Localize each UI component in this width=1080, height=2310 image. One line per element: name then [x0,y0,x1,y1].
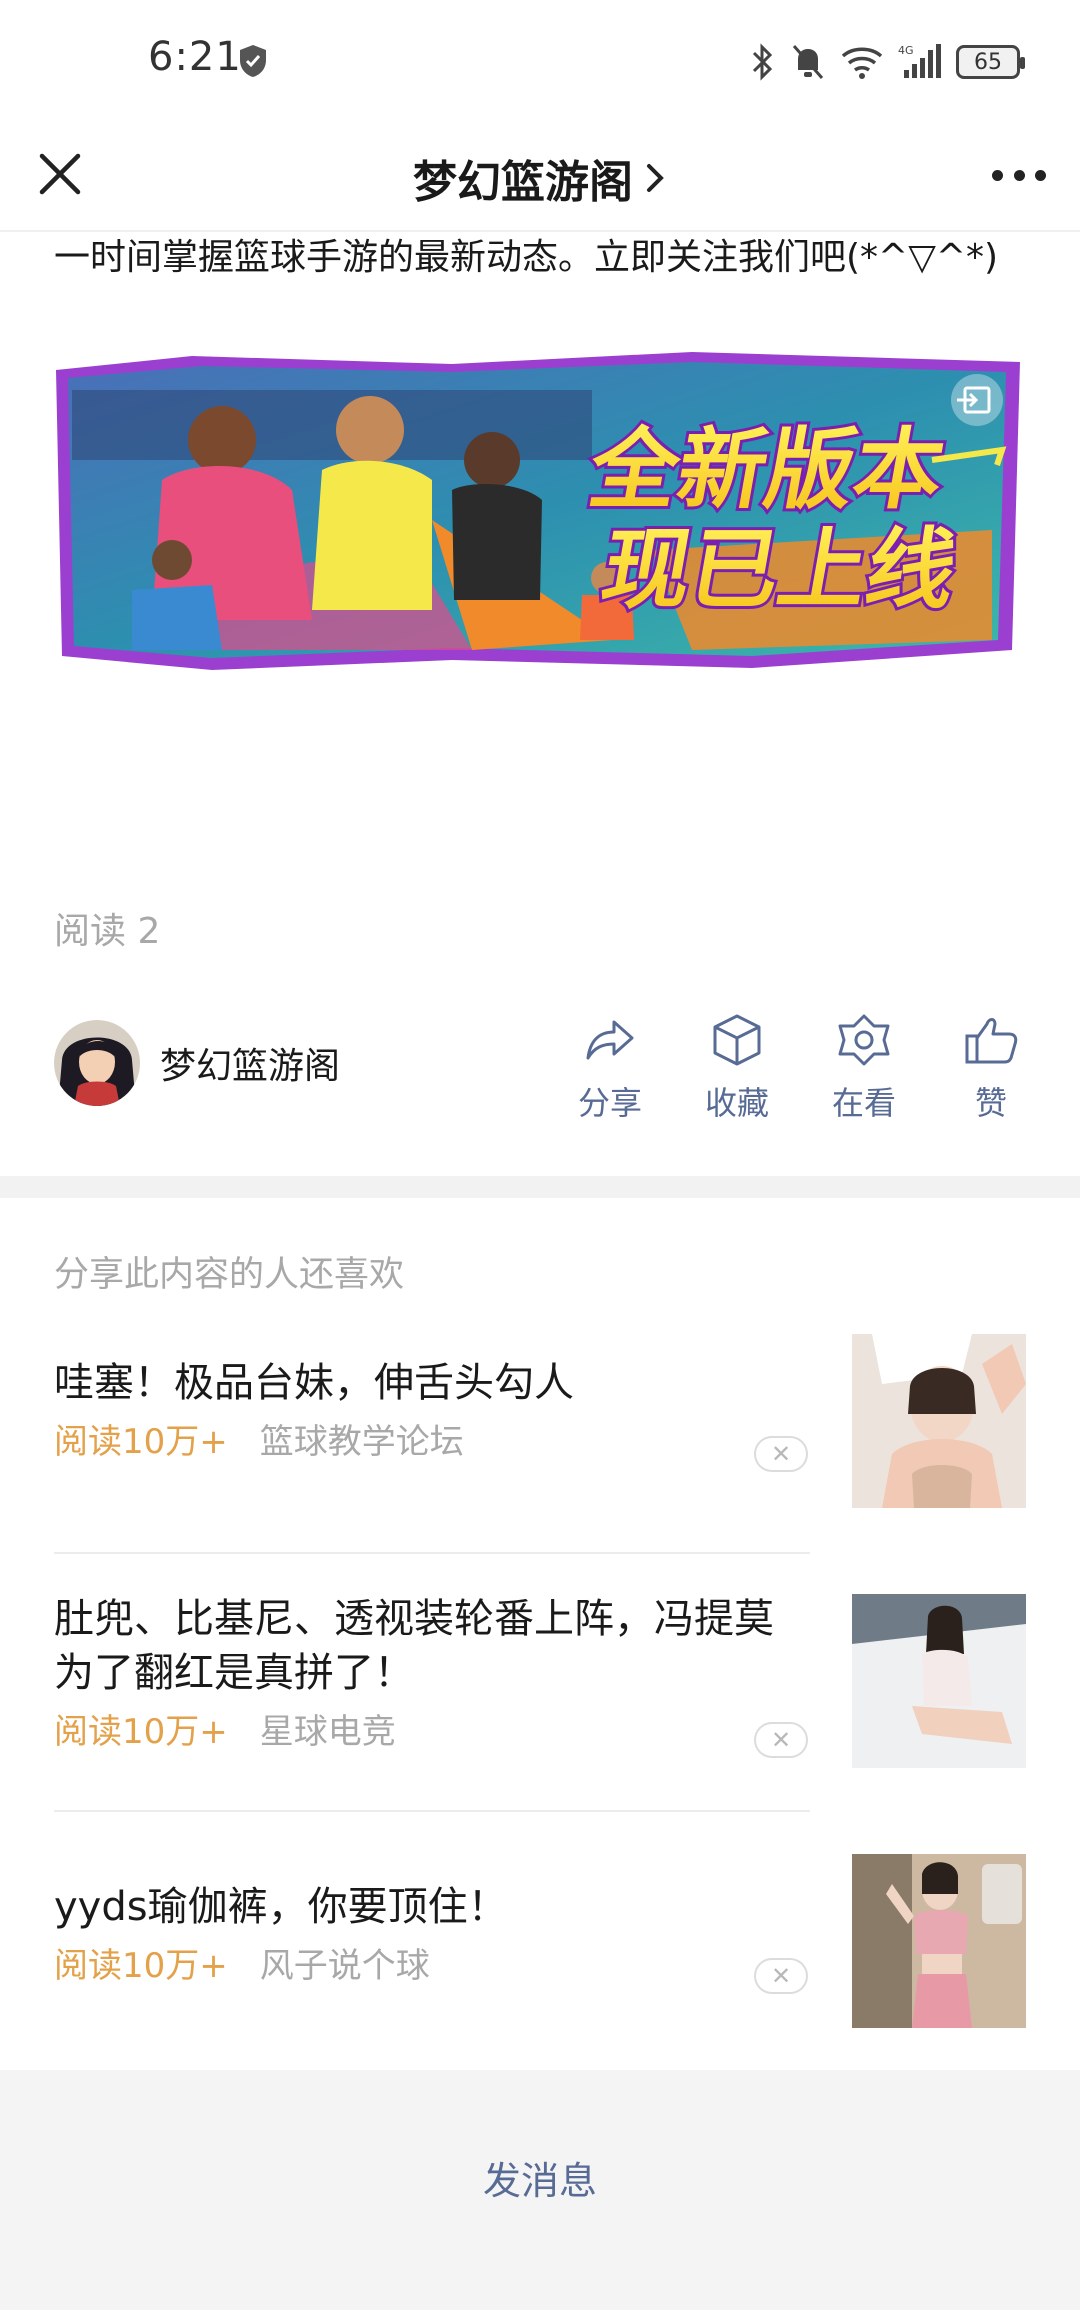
list-item-headline: 哇塞！极品台妹，伸舌头勾人 [54,1360,574,1406]
share-icon [586,1020,634,1060]
more-button[interactable] [984,150,1054,200]
banner-text-line1: 全新版本 [581,419,952,521]
chevron-right-icon [647,164,664,192]
favorite-label: 收藏 [704,1084,769,1122]
share-label: 分享 [577,1084,642,1122]
status-icons: 4G 65 [750,40,1025,84]
read-count: 阅读 2 [54,911,161,952]
recommendations-title: 分享此内容的人还喜欢 [54,1255,405,1295]
account-title-link[interactable]: 梦幻篮游阁 [0,146,1080,210]
page-title: 梦幻篮游阁 [413,157,633,208]
author-row[interactable]: 梦幻篮游阁 [54,1020,340,1106]
article-text: 一时间掌握篮球手游的最新动态。立即关注我们吧(*^▽^*) [54,237,999,278]
article-banner-image[interactable]: 全新版本 现已上线 [52,350,1024,672]
svg-text:4G: 4G [898,44,914,57]
list-item-thumbnail[interactable] [852,1334,1026,1508]
wow-button[interactable]: 在看 [814,1012,914,1124]
like-label: 赞 [974,1084,1007,1122]
send-message-button[interactable]: 发消息 [0,2150,1080,2205]
list-item-reads: 阅读10万+ [54,1712,228,1752]
more-dot [1035,169,1046,181]
wow-icon [838,1014,890,1066]
wifi-icon [841,47,883,79]
list-item-headline: 肚兜、比基尼、透视装轮番上阵，冯提莫为了翻红是真拼了！ [54,1596,774,1696]
list-item[interactable]: yyds瑜伽裤，你要顶住！ 阅读10万+ 风子说个球 ✕ [54,1850,1026,2030]
status-bar: 6:21 4G 65 [0,0,1080,120]
like-button[interactable]: 赞 [941,1012,1041,1124]
list-item-reads: 阅读10万+ [54,1422,228,1462]
favorite-box-icon [713,1014,761,1066]
close-icon: ✕ [770,1440,792,1468]
list-item[interactable]: 哇塞！极品台妹，伸舌头勾人 阅读10万+ 篮球教学论坛 ✕ [54,1332,1026,1512]
mute-bell-icon [792,45,824,79]
avatar[interactable] [54,1020,140,1106]
dismiss-button[interactable]: ✕ [754,1436,808,1472]
more-dot [1013,169,1025,181]
battery-level: 65 [974,49,1002,75]
list-item-reads: 阅读10万+ [54,1946,228,1986]
cellular-signal-icon: 4G [898,44,941,78]
favorite-button[interactable]: 收藏 [687,1012,787,1124]
list-separator [54,1552,810,1554]
list-separator [54,1810,810,1812]
list-item-source: 篮球教学论坛 [259,1422,464,1462]
list-item-source: 星球电竞 [259,1712,396,1752]
close-icon: ✕ [770,1726,792,1754]
list-item-thumbnail[interactable] [852,1594,1026,1768]
close-icon: ✕ [770,1962,792,1990]
dismiss-button[interactable]: ✕ [754,1722,808,1758]
shield-icon [240,45,266,77]
bluetooth-icon [752,43,773,81]
banner-text-line2: 现已上线 [594,519,964,621]
thumbs-up-icon [965,1018,1018,1064]
list-item-headline: yyds瑜伽裤，你要顶住！ [54,1884,508,1930]
list-item[interactable]: 肚兜、比基尼、透视装轮番上阵，冯提莫为了翻红是真拼了！ 阅读10万+ 星球电竞 … [54,1590,1026,1770]
status-time: 6:21 [148,34,242,80]
author-name: 梦幻篮游阁 [160,1046,341,1087]
dismiss-button[interactable]: ✕ [754,1958,808,1994]
nav-bar: 梦幻篮游阁 [0,120,1080,232]
bottom-bar: 发消息 [0,2070,1080,2310]
section-divider [0,1176,1080,1198]
battery-indicator: 65 [956,45,1025,79]
share-button[interactable]: 分享 [560,1012,660,1124]
list-item-source: 风子说个球 [259,1946,430,1986]
list-item-thumbnail[interactable] [852,1854,1026,2028]
more-dot [992,169,1003,181]
wow-label: 在看 [831,1084,896,1122]
